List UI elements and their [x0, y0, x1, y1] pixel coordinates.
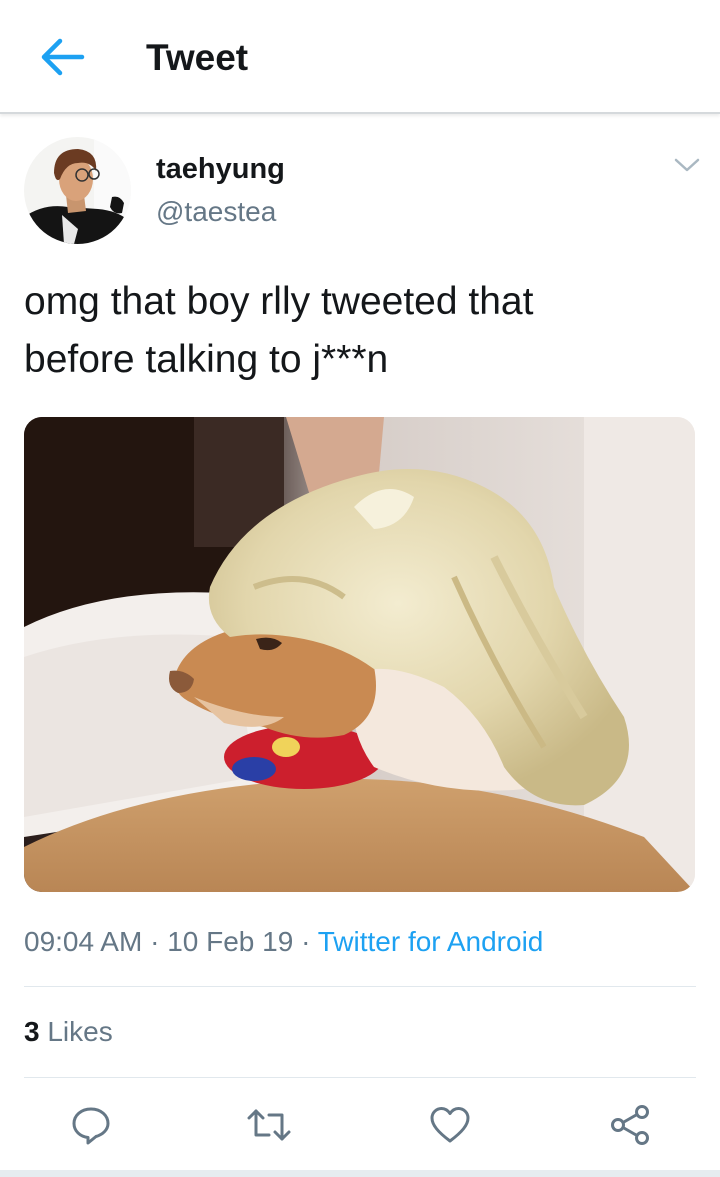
- tweet-time: 09:04 AM: [24, 926, 143, 957]
- like-heart-icon: [430, 1107, 470, 1143]
- separator-dot: ·: [301, 926, 311, 957]
- likes-label: Likes: [47, 1016, 113, 1047]
- tweet-date: 10 Feb 19: [167, 926, 294, 957]
- tweet-text-line: omg that boy rlly tweeted that: [24, 280, 534, 323]
- profile-photo: [24, 137, 131, 244]
- tweet-menu-button[interactable]: [669, 151, 705, 179]
- likes-count: 3: [24, 1016, 40, 1047]
- page-title: Tweet: [146, 37, 249, 78]
- share-icon: [611, 1105, 649, 1145]
- like-button[interactable]: [425, 1100, 475, 1150]
- reply-icon: [72, 1107, 110, 1145]
- tweet-text-line: before talking to j***n: [24, 338, 389, 381]
- retweet-icon: [247, 1109, 291, 1141]
- chevron-down-icon: [674, 158, 700, 172]
- photo: [24, 417, 695, 892]
- back-button[interactable]: [34, 32, 90, 82]
- separator-dot: ·: [150, 926, 160, 957]
- tweet-text: omg that boy rlly tweeted that before ta…: [24, 273, 694, 389]
- top-app-bar: Tweet: [0, 0, 720, 114]
- share-button[interactable]: [605, 1100, 655, 1150]
- author-handle: @taestea: [156, 196, 277, 227]
- bottom-separator: [0, 1170, 720, 1177]
- reply-button[interactable]: [66, 1100, 116, 1150]
- tweet-media-image[interactable]: [24, 417, 695, 892]
- avatar[interactable]: [24, 137, 131, 244]
- divider: [24, 986, 696, 987]
- tweet-source-link[interactable]: Twitter for Android: [318, 926, 544, 957]
- likes-count-link[interactable]: 3 Likes: [24, 1014, 113, 1050]
- tweet-metadata: 09:04 AM · 10 Feb 19 · Twitter for Andro…: [24, 924, 543, 960]
- arrow-left-icon: [41, 38, 85, 76]
- retweet-button[interactable]: [244, 1100, 294, 1150]
- divider: [24, 1077, 696, 1078]
- author-display-name[interactable]: taehyung: [156, 152, 285, 186]
